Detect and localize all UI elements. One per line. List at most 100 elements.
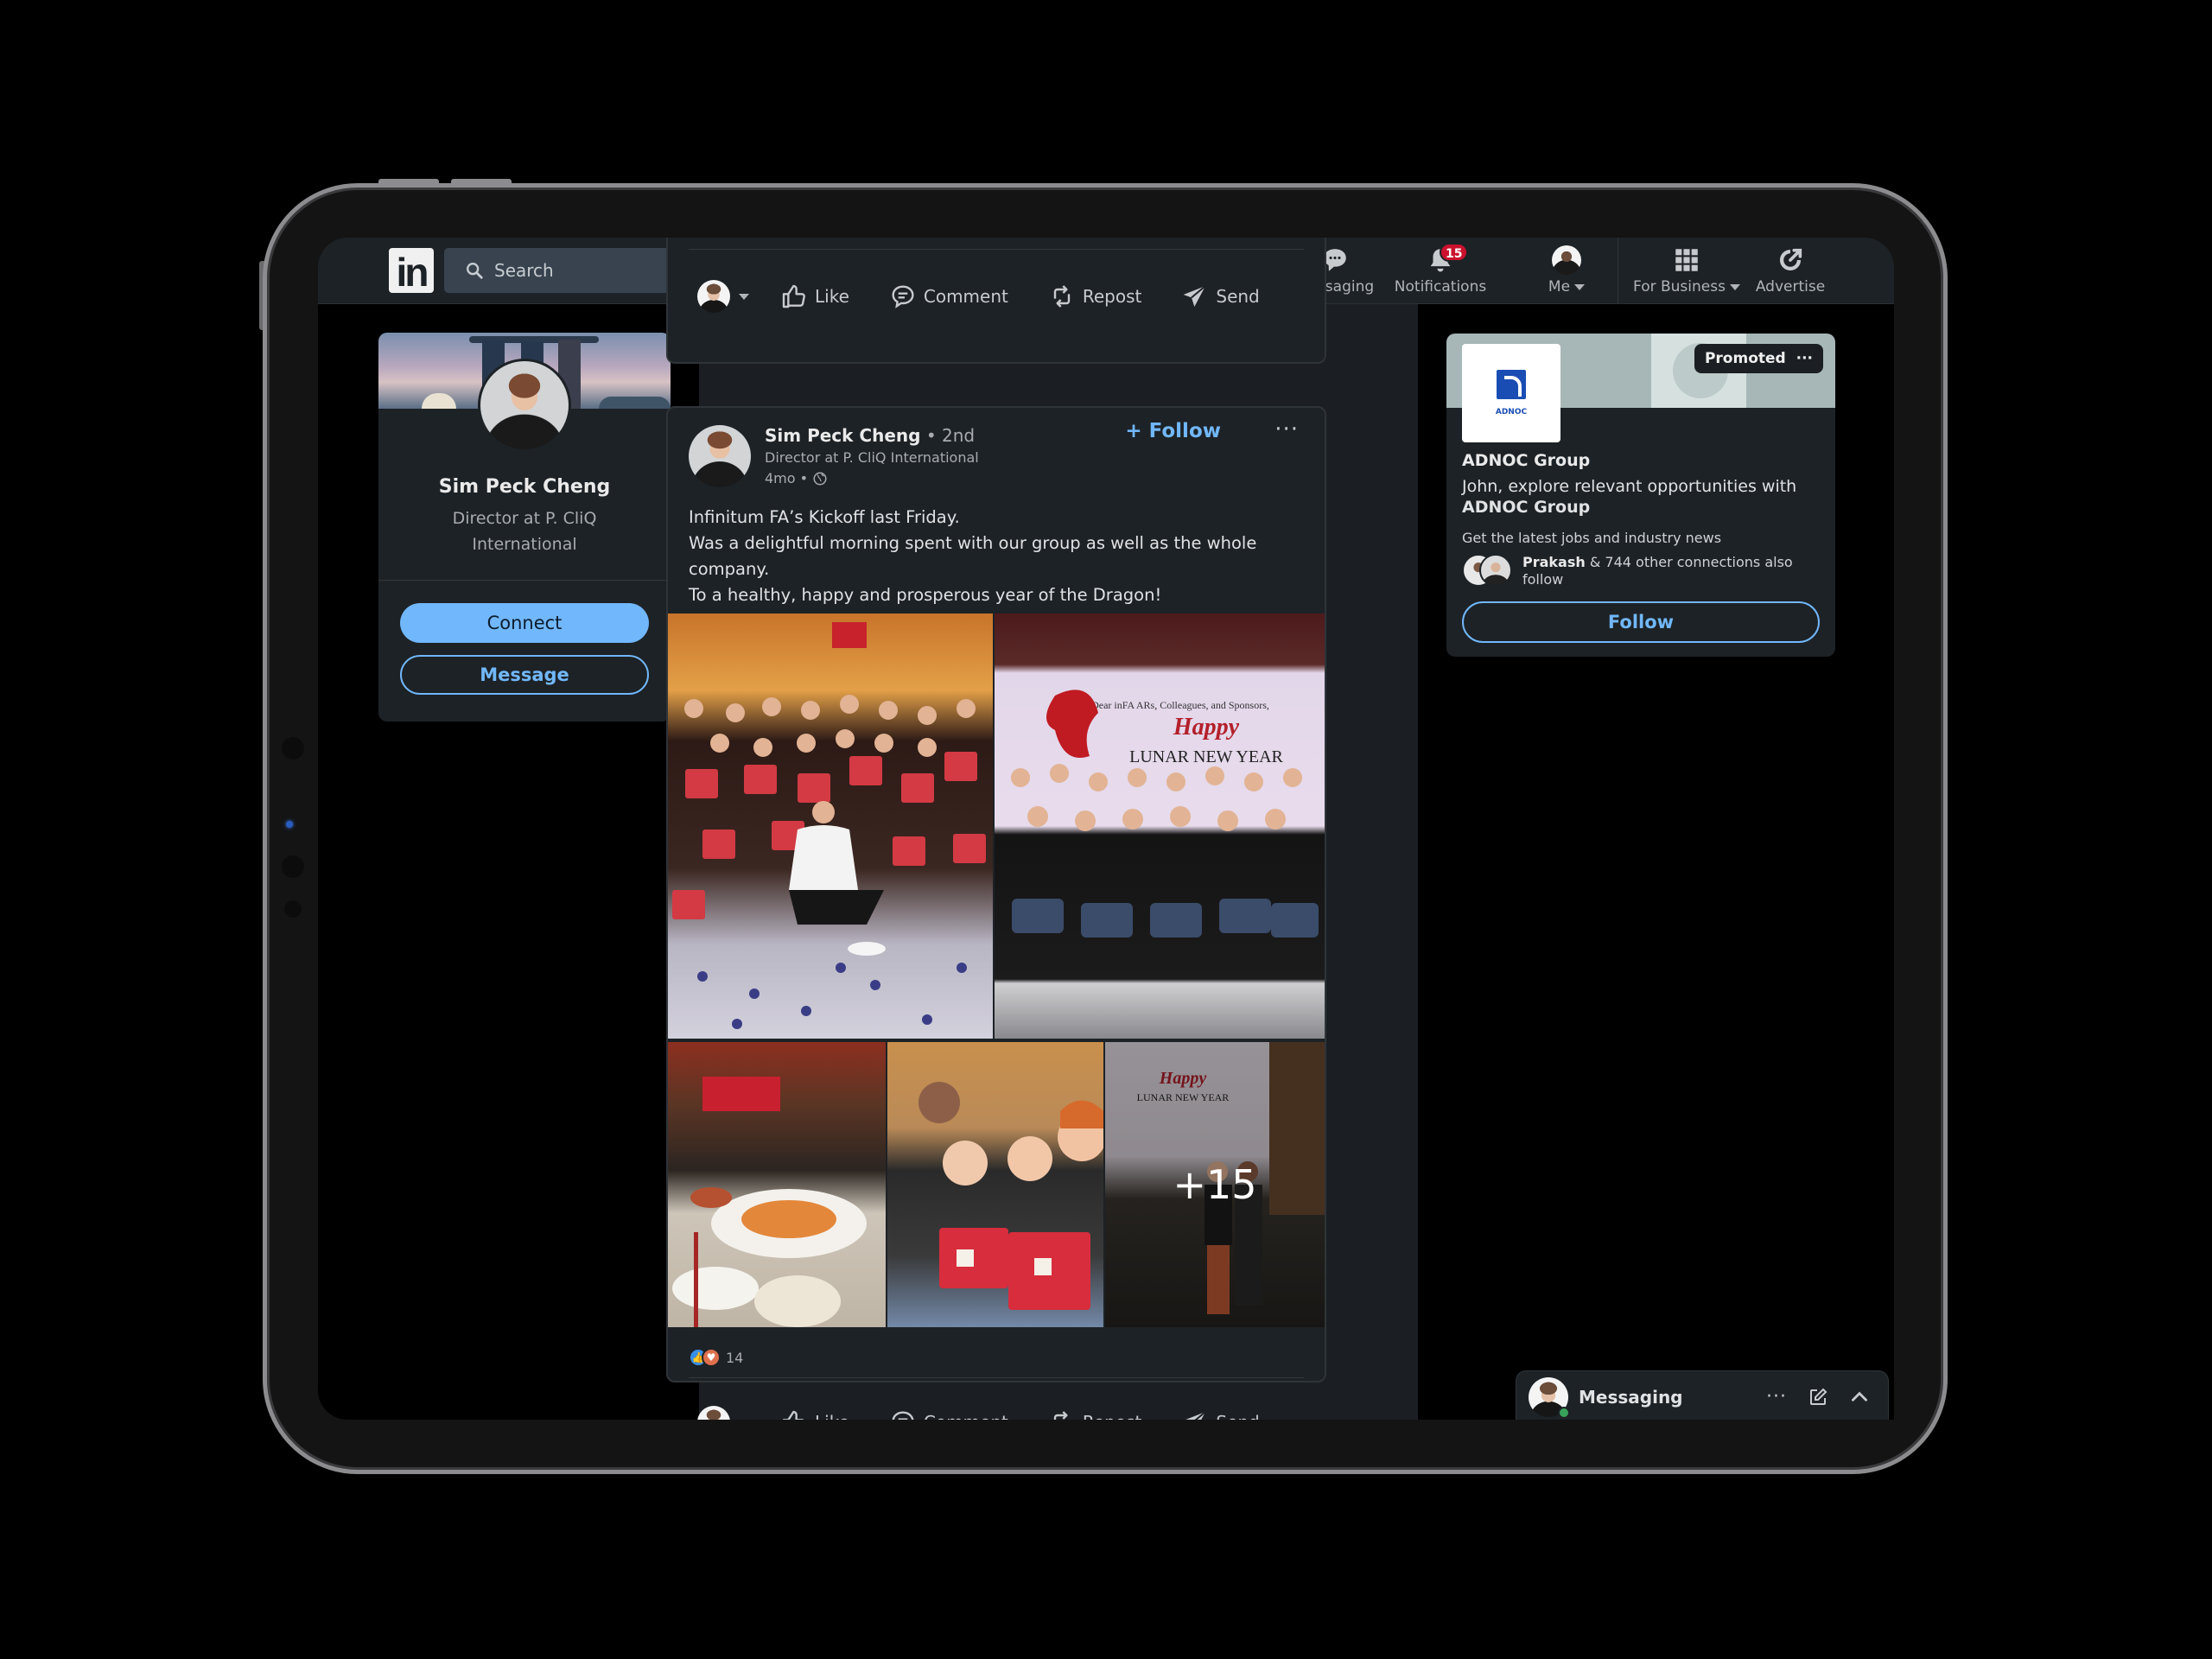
send-label: Send <box>1216 286 1260 307</box>
post-photo[interactable]: Happy LUNAR NEW YEAR +15 <box>1105 1042 1325 1327</box>
grid-icon <box>1675 249 1698 271</box>
post-photo[interactable] <box>668 1042 886 1327</box>
ad-pitch-text: John, explore relevant opportunities wit… <box>1462 477 1797 496</box>
screen-text: LUNAR NEW YEAR <box>1129 747 1283 766</box>
caret-down-icon <box>1729 283 1740 290</box>
nav-advertise[interactable]: Advertise <box>1742 238 1839 304</box>
compose-icon[interactable] <box>1805 1384 1831 1410</box>
like-button[interactable]: Like <box>780 283 849 310</box>
promoted-badge[interactable]: Promoted ··· <box>1694 344 1823 373</box>
nav-label: Me <box>1548 278 1586 296</box>
comment-button[interactable]: Comment <box>889 283 1008 310</box>
reactions-summary[interactable]: 👍 ♥ 14 <box>689 1348 743 1367</box>
avatar <box>697 1406 730 1420</box>
send-label: Send <box>1216 1412 1259 1420</box>
target-icon <box>1779 248 1802 271</box>
more-options-icon[interactable]: ··· <box>1274 416 1299 442</box>
divider <box>689 249 1304 250</box>
divider <box>378 580 671 581</box>
ad-company-name[interactable]: ADNOC Group <box>1462 451 1590 470</box>
nav-me-menu[interactable]: Me <box>1533 238 1600 304</box>
search-icon <box>467 263 483 279</box>
follow-company-button[interactable]: Follow <box>1462 601 1820 643</box>
cover-building <box>599 397 671 409</box>
online-status-icon <box>1558 1406 1570 1419</box>
connection-degree: • 2nd <box>925 425 976 446</box>
chevron-up-icon[interactable] <box>1847 1384 1872 1410</box>
like-button[interactable]: Like <box>780 1408 849 1420</box>
thumbs-up-icon <box>782 1410 804 1420</box>
comment-button[interactable]: Comment <box>889 1408 1008 1420</box>
logo-wordmark: ADNOC <box>1495 408 1528 416</box>
thumbs-up-icon <box>782 284 805 308</box>
linkedin-logo[interactable]: in <box>389 248 434 295</box>
reaction-identity-selector[interactable] <box>697 1406 749 1420</box>
post-photo[interactable] <box>668 613 993 1039</box>
company-logo[interactable]: ADNOC <box>1462 344 1560 442</box>
repost-label: Repost <box>1083 1412 1142 1420</box>
post-timestamp: 4mo • <box>765 470 828 486</box>
photo-gallery: Dear inFA ARs, Colleagues, and Sponsors,… <box>668 613 1325 1327</box>
comment-icon <box>892 285 914 308</box>
photo-colleagues-gift-boxes <box>918 1082 1103 1310</box>
connections-text: Prakash & 744 other connections also fol… <box>1522 554 1820 588</box>
cover-museum <box>422 393 456 409</box>
repost-button[interactable]: Repost <box>1048 1408 1142 1420</box>
avatar <box>1552 245 1581 275</box>
profile-name[interactable]: Sim Peck Cheng <box>378 476 671 498</box>
more-options-icon[interactable]: ··· <box>1796 350 1813 367</box>
messaging-dock[interactable]: Messaging ··· <box>1516 1370 1889 1420</box>
adnoc-logo-icon <box>1497 370 1526 399</box>
post-photo[interactable]: Dear inFA ARs, Colleagues, and Sponsors,… <box>995 613 1325 1039</box>
post-card: Sim Peck Cheng • 2nd Director at P. CliQ… <box>666 406 1326 1420</box>
caret-down-icon <box>739 1419 749 1420</box>
caret-down-icon <box>739 293 749 300</box>
reaction-count: 14 <box>726 1349 744 1366</box>
repost-button[interactable]: Repost <box>1048 283 1141 310</box>
nav-label: Notifications <box>1394 278 1487 296</box>
notification-badge: 15 <box>1440 243 1469 262</box>
comment-icon <box>892 1411 914 1420</box>
repost-icon <box>1053 1411 1068 1420</box>
ad-subtitle: Get the latest jobs and industry news <box>1462 530 1722 546</box>
profile-avatar[interactable] <box>478 359 571 452</box>
like-label: Like <box>815 1412 849 1420</box>
post-author[interactable]: Sim Peck Cheng • 2nd <box>765 425 975 446</box>
send-icon <box>1184 285 1207 307</box>
avatar <box>697 280 730 313</box>
caret-down-icon <box>1574 283 1586 290</box>
post-time-label: 4mo • <box>765 470 809 486</box>
globe-icon <box>813 472 827 485</box>
nav-label: For Business <box>1633 278 1740 296</box>
post-body: Infinitum FA’s Kickoff last Friday. Was … <box>689 505 1273 608</box>
nav-notifications[interactable]: 15 Notifications <box>1394 238 1487 304</box>
photo-banquet-table <box>672 1077 867 1327</box>
profile-card: Sim Peck Cheng Director at P. CliQ Inter… <box>378 333 671 721</box>
avatar <box>1479 554 1512 587</box>
send-icon <box>1185 1411 1207 1420</box>
action-bar: Like Comment Repost Send <box>697 1396 1307 1420</box>
follow-button[interactable]: + Follow <box>1125 420 1221 442</box>
promoted-label: Promoted <box>1704 350 1786 367</box>
avatar <box>1529 1376 1570 1419</box>
comment-label: Comment <box>923 286 1008 307</box>
reaction-identity-selector[interactable] <box>697 280 749 313</box>
message-button[interactable]: Message <box>400 655 649 695</box>
ad-pitch: John, explore relevant opportunities wit… <box>1462 476 1820 518</box>
nav-for-business[interactable]: For Business <box>1631 238 1742 304</box>
more-photos-overlay[interactable]: +15 <box>1105 1042 1325 1327</box>
camera-lens <box>286 821 293 828</box>
photo-group-gift-bags <box>672 622 986 1029</box>
send-button[interactable]: Send <box>1181 283 1260 310</box>
more-options-icon[interactable]: ··· <box>1764 1384 1789 1410</box>
connect-button[interactable]: Connect <box>400 603 649 643</box>
post-text-line: Was a delightful morning spent with our … <box>689 533 1257 579</box>
send-button[interactable]: Send <box>1181 1408 1260 1420</box>
author-name: Sim Peck Cheng <box>765 425 921 446</box>
screen-text: Happy <box>1173 714 1240 741</box>
post-photo[interactable] <box>887 1042 1103 1327</box>
divider <box>689 1377 1304 1378</box>
post-author-avatar[interactable] <box>689 425 751 487</box>
action-bar: Like Comment Repost Send <box>697 270 1307 322</box>
comment-label: Comment <box>924 1412 1008 1420</box>
